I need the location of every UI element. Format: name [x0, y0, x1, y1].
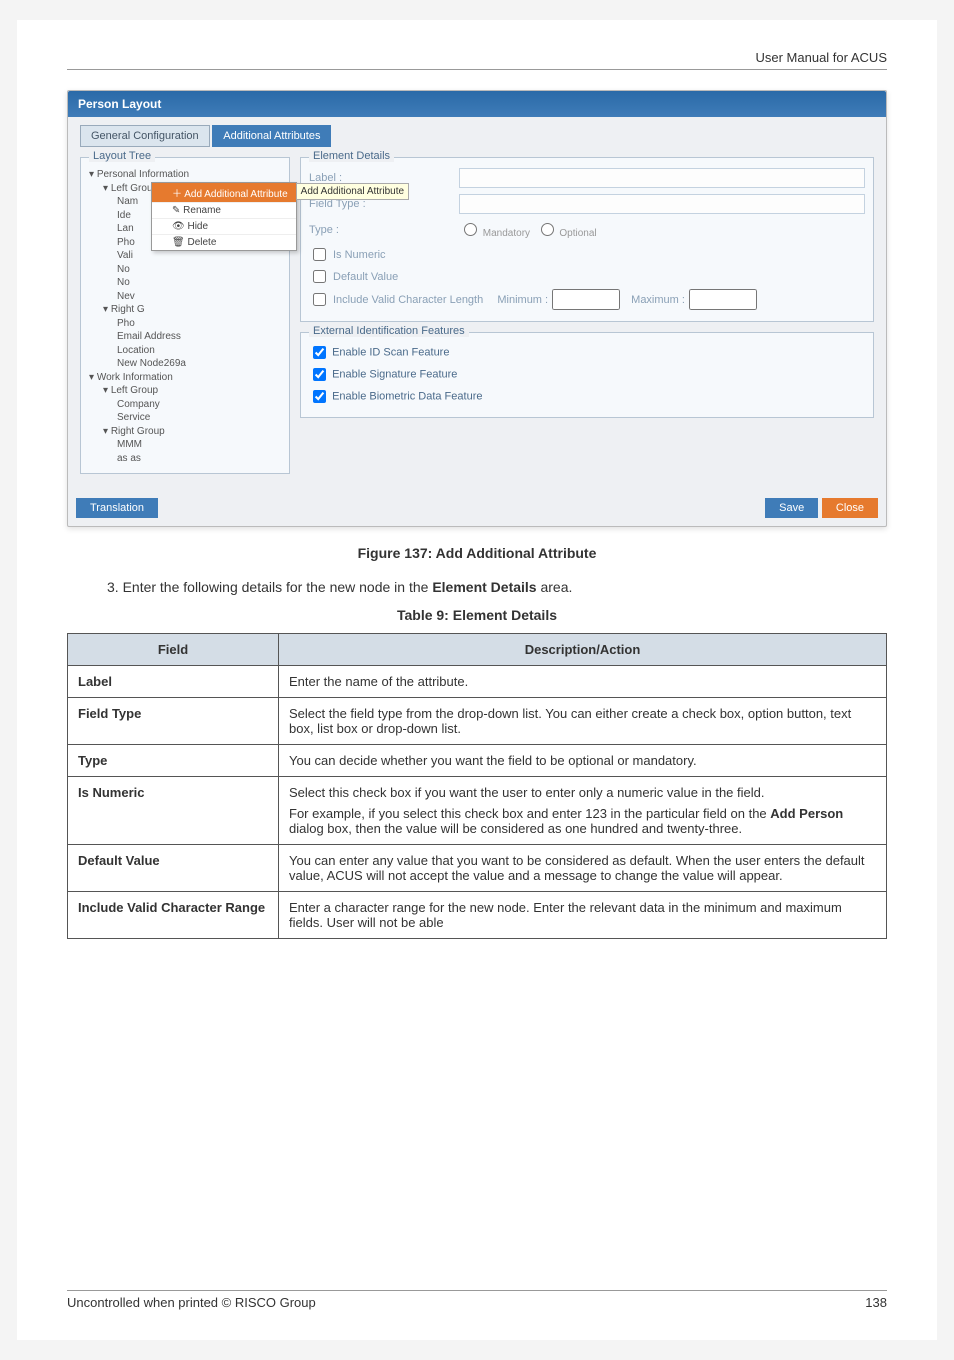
isnumeric-checkbox[interactable]	[313, 248, 326, 261]
delete-icon: 🗑	[172, 237, 185, 248]
tree-item[interactable]: Email Address	[89, 330, 281, 344]
ctx-rename[interactable]: ✎ Rename	[152, 203, 296, 219]
defaultvalue-checkbox[interactable]	[313, 270, 326, 283]
tab-additional[interactable]: Additional Attributes	[212, 125, 331, 147]
isnumeric-label: Is Numeric	[333, 249, 386, 261]
tree-work-info[interactable]: ▾ Work Information	[89, 371, 281, 385]
close-button[interactable]: Close	[822, 498, 878, 518]
defaultvalue-label: Default Value	[333, 271, 398, 283]
tree-right-group[interactable]: ▾ Right G	[89, 303, 281, 317]
external-title: External Identification Features	[309, 325, 469, 337]
idscan-checkbox[interactable]	[313, 346, 326, 359]
tree-item[interactable]: Location	[89, 344, 281, 358]
rename-icon: ✎	[172, 205, 180, 216]
table-row: Type You can decide whether you want the…	[68, 745, 887, 777]
tree-item[interactable]: No	[89, 276, 281, 290]
table-row: Default Value You can enter any value th…	[68, 845, 887, 892]
mandatory-label: Mandatory	[483, 228, 530, 239]
tree-item[interactable]: Company	[89, 398, 281, 412]
idscan-label: Enable ID Scan Feature	[332, 346, 449, 358]
step-text: 3. Enter the following details for the n…	[107, 579, 887, 595]
hide-icon: 👁	[172, 221, 185, 232]
tree-item[interactable]: No	[89, 263, 281, 277]
biometric-label: Enable Biometric Data Feature	[332, 390, 482, 402]
plus-icon: ＋	[172, 189, 182, 200]
minimum-input[interactable]	[552, 289, 620, 310]
table-title: Table 9: Element Details	[67, 607, 887, 623]
tree-item[interactable]: Pho	[89, 317, 281, 331]
ctx-add-additional[interactable]: ＋ Add Additional Attribute Add Additiona…	[152, 183, 296, 203]
maximum-input[interactable]	[689, 289, 757, 310]
tree-item[interactable]: Nev	[89, 290, 281, 304]
ctx-delete[interactable]: 🗑 Delete	[152, 235, 296, 250]
optional-label: Optional	[559, 228, 596, 239]
translation-button[interactable]: Translation	[76, 498, 158, 518]
tab-bar: General Configuration Additional Attribu…	[80, 125, 874, 147]
context-menu: ＋ Add Additional Attribute Add Additiona…	[151, 182, 297, 251]
tree-right-group2[interactable]: ▾ Right Group	[89, 425, 281, 439]
figure-caption: Figure 137: Add Additional Attribute	[67, 545, 887, 561]
signature-checkbox[interactable]	[313, 368, 326, 381]
tree-item[interactable]: as as	[89, 452, 281, 466]
table-row: Include Valid Character Range Enter a ch…	[68, 892, 887, 939]
tree-left-group2[interactable]: ▾ Left Group	[89, 384, 281, 398]
maximum-label: Maximum :	[631, 294, 685, 306]
tree-personal-info[interactable]: ▾ Personal Information	[89, 168, 281, 182]
includevalid-label: Include Valid Character Length	[333, 294, 483, 306]
includevalid-checkbox[interactable]	[313, 293, 326, 306]
type-label: Type :	[309, 224, 459, 236]
table-row: Field Type Select the field type from th…	[68, 698, 887, 745]
tree-item[interactable]: New Node269a	[89, 357, 281, 371]
signature-label: Enable Signature Feature	[332, 368, 457, 380]
ctx-hide[interactable]: 👁 Hide	[152, 219, 296, 235]
ctx-tooltip: Add Additional Attribute	[296, 183, 409, 200]
tree-item[interactable]: MMM	[89, 438, 281, 452]
radio-mandatory[interactable]	[464, 223, 477, 236]
tree-item[interactable]: Vali	[89, 249, 281, 263]
table-row: Is Numeric Select this check box if you …	[68, 777, 887, 845]
th-field: Field	[68, 634, 279, 666]
page-number: 138	[865, 1295, 887, 1310]
layout-tree-title: Layout Tree	[89, 150, 155, 162]
element-details-table: Field Description/Action Label Enter the…	[67, 633, 887, 939]
biometric-checkbox[interactable]	[313, 390, 326, 403]
footer-left: Uncontrolled when printed © RISCO Group	[67, 1295, 316, 1310]
element-details-title: Element Details	[309, 150, 394, 162]
header-manual-title: User Manual for ACUS	[67, 50, 887, 70]
fieldtype-input[interactable]	[459, 194, 865, 214]
window-title: Person Layout	[68, 91, 886, 117]
tree-item[interactable]: Service	[89, 411, 281, 425]
label-input[interactable]	[459, 168, 865, 188]
screenshot-person-layout: Person Layout General Configuration Addi…	[67, 90, 887, 527]
minimum-label: Minimum :	[497, 294, 548, 306]
radio-optional[interactable]	[541, 223, 554, 236]
th-description: Description/Action	[279, 634, 887, 666]
tab-general[interactable]: General Configuration	[80, 125, 210, 147]
table-row: Label Enter the name of the attribute.	[68, 666, 887, 698]
save-button[interactable]: Save	[765, 498, 818, 518]
